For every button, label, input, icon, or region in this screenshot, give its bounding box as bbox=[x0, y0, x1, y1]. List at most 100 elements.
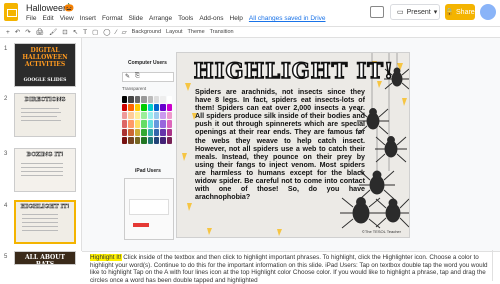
present-button[interactable]: ▭ Present ▾ bbox=[390, 4, 440, 20]
color-swatch[interactable] bbox=[122, 104, 128, 112]
color-swatch[interactable] bbox=[147, 120, 153, 128]
image-icon[interactable]: ▢ bbox=[92, 28, 98, 36]
menu-help[interactable]: Help bbox=[230, 15, 243, 22]
print-icon[interactable]: 🖨 bbox=[36, 28, 44, 36]
color-swatch[interactable] bbox=[141, 128, 147, 136]
color-swatch[interactable] bbox=[160, 136, 166, 144]
color-swatch[interactable] bbox=[160, 120, 166, 128]
slide-title[interactable]: HIGHLIGHT IT! bbox=[177, 57, 409, 84]
color-swatch[interactable] bbox=[122, 112, 128, 120]
color-swatch[interactable] bbox=[166, 120, 172, 128]
color-swatch[interactable] bbox=[166, 128, 172, 136]
slide-number: 2 bbox=[4, 96, 8, 102]
color-swatch[interactable] bbox=[122, 136, 128, 144]
shape-icon[interactable]: ◯ bbox=[103, 28, 110, 36]
speaker-notes-text[interactable]: Highlight It! Click inside of the textbo… bbox=[90, 254, 494, 284]
color-swatch[interactable] bbox=[160, 128, 166, 136]
color-swatch[interactable] bbox=[141, 112, 147, 120]
menu-addons[interactable]: Add-ons bbox=[199, 15, 223, 22]
chevron-down-icon[interactable]: ▾ bbox=[434, 8, 438, 16]
color-swatch[interactable] bbox=[147, 112, 153, 120]
menu-slide[interactable]: Slide bbox=[129, 15, 143, 22]
undo-icon[interactable]: ↶ bbox=[15, 28, 20, 36]
color-swatch[interactable] bbox=[122, 120, 128, 128]
comments-icon[interactable] bbox=[370, 6, 384, 18]
color-swatch[interactable] bbox=[153, 96, 160, 104]
link-icon[interactable]: ⎘ bbox=[135, 73, 140, 80]
menu-file[interactable]: File bbox=[26, 15, 36, 22]
share-button[interactable]: 🔒 Share bbox=[445, 4, 475, 20]
slide-number: 4 bbox=[4, 203, 8, 209]
color-swatch[interactable] bbox=[128, 112, 134, 120]
color-swatch[interactable] bbox=[147, 96, 153, 104]
color-swatch[interactable] bbox=[128, 120, 134, 128]
color-swatch[interactable] bbox=[128, 136, 134, 144]
paint-format-icon[interactable]: 🖌 bbox=[49, 28, 57, 36]
color-swatch[interactable] bbox=[160, 104, 166, 112]
color-swatch[interactable] bbox=[134, 136, 141, 144]
color-swatch[interactable] bbox=[147, 104, 153, 112]
color-swatch[interactable] bbox=[153, 104, 160, 112]
save-status[interactable]: All changes saved in Drive bbox=[249, 15, 326, 22]
color-swatch[interactable] bbox=[166, 136, 172, 144]
color-swatch[interactable] bbox=[141, 96, 147, 104]
redo-icon[interactable]: ↷ bbox=[25, 28, 30, 36]
color-swatch[interactable] bbox=[153, 136, 160, 144]
slide-thumbnail-5[interactable]: ALL ABOUT BATS bbox=[14, 251, 76, 265]
zoom-icon[interactable]: ⊡ bbox=[62, 28, 67, 36]
color-swatch[interactable] bbox=[128, 96, 134, 104]
color-swatch[interactable] bbox=[141, 104, 147, 112]
slide-canvas[interactable]: HIGHLIGHT IT! Spiders are arachnids, not… bbox=[176, 52, 410, 238]
transition-button[interactable]: Transition bbox=[210, 29, 234, 35]
color-swatch[interactable] bbox=[141, 136, 147, 144]
menu-view[interactable]: View bbox=[60, 15, 74, 22]
transparent-option[interactable]: Transparent bbox=[122, 86, 172, 94]
slide-thumb-title: DIRECTIONS bbox=[24, 97, 66, 103]
color-swatch[interactable] bbox=[141, 120, 147, 128]
background-button[interactable]: Background bbox=[132, 29, 161, 35]
document-title[interactable]: Halloween bbox=[26, 3, 68, 13]
color-swatch[interactable] bbox=[128, 128, 134, 136]
select-icon[interactable]: ↖ bbox=[73, 28, 78, 36]
color-swatch[interactable] bbox=[134, 96, 141, 104]
color-swatch[interactable] bbox=[122, 96, 128, 104]
color-swatch[interactable] bbox=[147, 128, 153, 136]
color-swatch[interactable] bbox=[153, 112, 160, 120]
textbox-icon[interactable]: T bbox=[83, 29, 87, 36]
avatar[interactable] bbox=[480, 4, 496, 20]
color-swatch[interactable] bbox=[160, 112, 166, 120]
slide-body-textbox[interactable]: Spiders are arachnids, not insects since… bbox=[195, 88, 365, 201]
color-swatch[interactable] bbox=[166, 112, 172, 120]
color-swatch[interactable] bbox=[128, 104, 134, 112]
slide-thumbnail-3[interactable]: BOXING IT! bbox=[14, 148, 76, 192]
notes-scrollbar[interactable] bbox=[492, 250, 500, 281]
theme-button[interactable]: Theme bbox=[188, 29, 205, 35]
color-swatch[interactable] bbox=[134, 120, 141, 128]
menu-format[interactable]: Format bbox=[102, 15, 123, 22]
menu-tools[interactable]: Tools bbox=[178, 15, 193, 22]
color-swatch[interactable] bbox=[147, 136, 153, 144]
color-swatch[interactable] bbox=[122, 128, 128, 136]
color-swatch[interactable] bbox=[134, 112, 141, 120]
color-swatch[interactable] bbox=[153, 120, 160, 128]
slides-logo-icon[interactable] bbox=[4, 3, 18, 21]
layout-button[interactable]: Layout bbox=[166, 29, 183, 35]
color-swatch[interactable] bbox=[134, 128, 141, 136]
slide-thumbnail-1[interactable]: DIGITAL HALLOWEEN ACTIVITIES GOOGLE SLID… bbox=[14, 43, 76, 87]
highlighter-icon[interactable]: ✎ bbox=[125, 73, 130, 80]
slide-thumbnail-2[interactable]: DIRECTIONS bbox=[14, 93, 76, 137]
menu-insert[interactable]: Insert bbox=[80, 15, 96, 22]
slide-thumbnail-4[interactable]: HIGHLIGHT IT! bbox=[14, 200, 76, 244]
color-swatch[interactable] bbox=[160, 96, 166, 104]
color-swatch[interactable] bbox=[166, 96, 172, 104]
color-swatch[interactable] bbox=[153, 128, 160, 136]
speaker-notes[interactable]: Highlight It! Click inside of the textbo… bbox=[82, 251, 500, 284]
color-swatch[interactable] bbox=[134, 104, 141, 112]
comment-add-icon[interactable]: ▱ bbox=[122, 28, 127, 36]
menu-edit[interactable]: Edit bbox=[42, 15, 53, 22]
line-icon[interactable]: ⁄ bbox=[116, 29, 117, 36]
new-slide-icon[interactable]: + bbox=[6, 29, 10, 36]
present-icon: ▭ bbox=[397, 9, 404, 16]
menu-arrange[interactable]: Arrange bbox=[149, 15, 172, 22]
color-swatch[interactable] bbox=[166, 104, 172, 112]
